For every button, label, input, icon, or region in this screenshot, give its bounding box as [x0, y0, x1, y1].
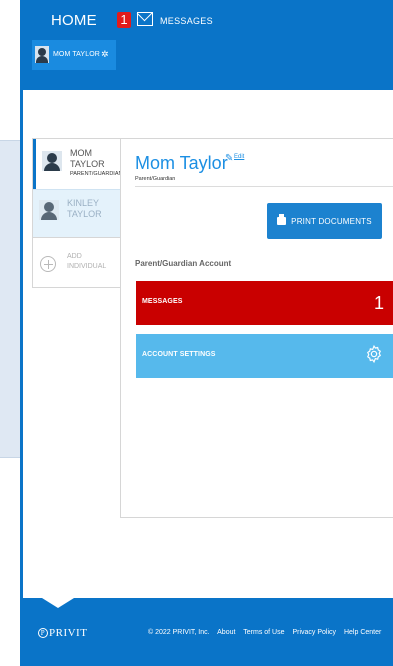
individual-item-mom-taylor[interactable]: MOM TAYLOR PARENT/GUARDIAN	[33, 139, 123, 189]
add-individual-button[interactable]: ADD INDIVIDUAL	[33, 237, 121, 289]
add-individual-label-line1: ADD	[67, 253, 82, 260]
footer-links: © 2022 PRIVIT, Inc. About Terms of Use P…	[148, 629, 387, 636]
home-link[interactable]: HOME	[51, 12, 97, 29]
messages-link[interactable]: MESSAGES	[160, 16, 213, 26]
profile-divider	[135, 186, 393, 187]
copyright-text: © 2022 PRIVIT, Inc.	[148, 629, 210, 636]
user-menu-tab[interactable]: MOM TAYLOR ✲	[32, 40, 116, 70]
footer-link-privacy[interactable]: Privacy Policy	[292, 629, 336, 636]
side-shade-panel	[0, 140, 20, 458]
avatar-icon	[42, 151, 62, 171]
account-settings-label: ACCOUNT SETTINGS	[142, 351, 216, 358]
account-settings-card[interactable]: ACCOUNT SETTINGS	[136, 334, 393, 378]
footer-notch	[42, 598, 74, 608]
messages-card[interactable]: MESSAGES 1	[136, 281, 393, 325]
add-individual-label-line2: INDIVIDUAL	[67, 263, 107, 270]
footer-link-help[interactable]: Help Center	[344, 629, 381, 636]
privit-logo: P PRIVIT	[38, 627, 87, 639]
gear-icon[interactable]: ✲	[101, 49, 109, 60]
profile-role: Parent/Guardian	[135, 176, 176, 182]
profile-panel: Mom Taylor ✎ Edit Parent/Guardian PRINT …	[120, 138, 393, 518]
profile-name: Mom Taylor	[135, 153, 228, 173]
avatar-icon	[39, 200, 59, 220]
individual-role: PARENT/GUARDIAN	[70, 171, 123, 177]
footer-link-terms[interactable]: Terms of Use	[243, 629, 284, 636]
settings-gear-icon	[367, 344, 381, 364]
individual-name-line2: TAYLOR	[70, 159, 105, 169]
individual-list: MOM TAYLOR PARENT/GUARDIAN KINLEY TAYLOR…	[32, 138, 123, 289]
top-navigation-bar: HOME 1 MESSAGES MOM TAYLOR ✲	[20, 0, 393, 90]
printer-icon	[277, 214, 287, 225]
edit-pencil-icon[interactable]: ✎	[225, 153, 233, 164]
individual-item-kinley-taylor[interactable]: KINLEY TAYLOR	[33, 189, 121, 237]
section-title: Parent/Guardian Account	[135, 259, 232, 268]
individual-name-line1: MOM	[70, 148, 92, 158]
individual-name-line2: TAYLOR	[67, 209, 102, 219]
individual-name-line1: KINLEY	[67, 198, 100, 208]
avatar-icon	[35, 46, 49, 63]
message-count-badge[interactable]: 1	[117, 12, 131, 28]
print-documents-button[interactable]: PRINT DOCUMENTS	[267, 203, 382, 239]
messages-card-label: MESSAGES	[142, 298, 183, 305]
messages-card-count: 1	[373, 293, 384, 313]
left-frame-border	[20, 0, 23, 666]
logo-text: PRIVIT	[49, 627, 88, 639]
edit-link[interactable]: Edit	[234, 154, 244, 160]
plus-circle-icon	[40, 256, 56, 272]
mail-icon[interactable]	[137, 12, 153, 26]
logo-mark: P	[38, 628, 48, 638]
print-documents-label: PRINT DOCUMENTS	[291, 216, 372, 226]
footer-link-about[interactable]: About	[217, 629, 235, 636]
user-menu-label[interactable]: MOM TAYLOR	[53, 51, 100, 58]
